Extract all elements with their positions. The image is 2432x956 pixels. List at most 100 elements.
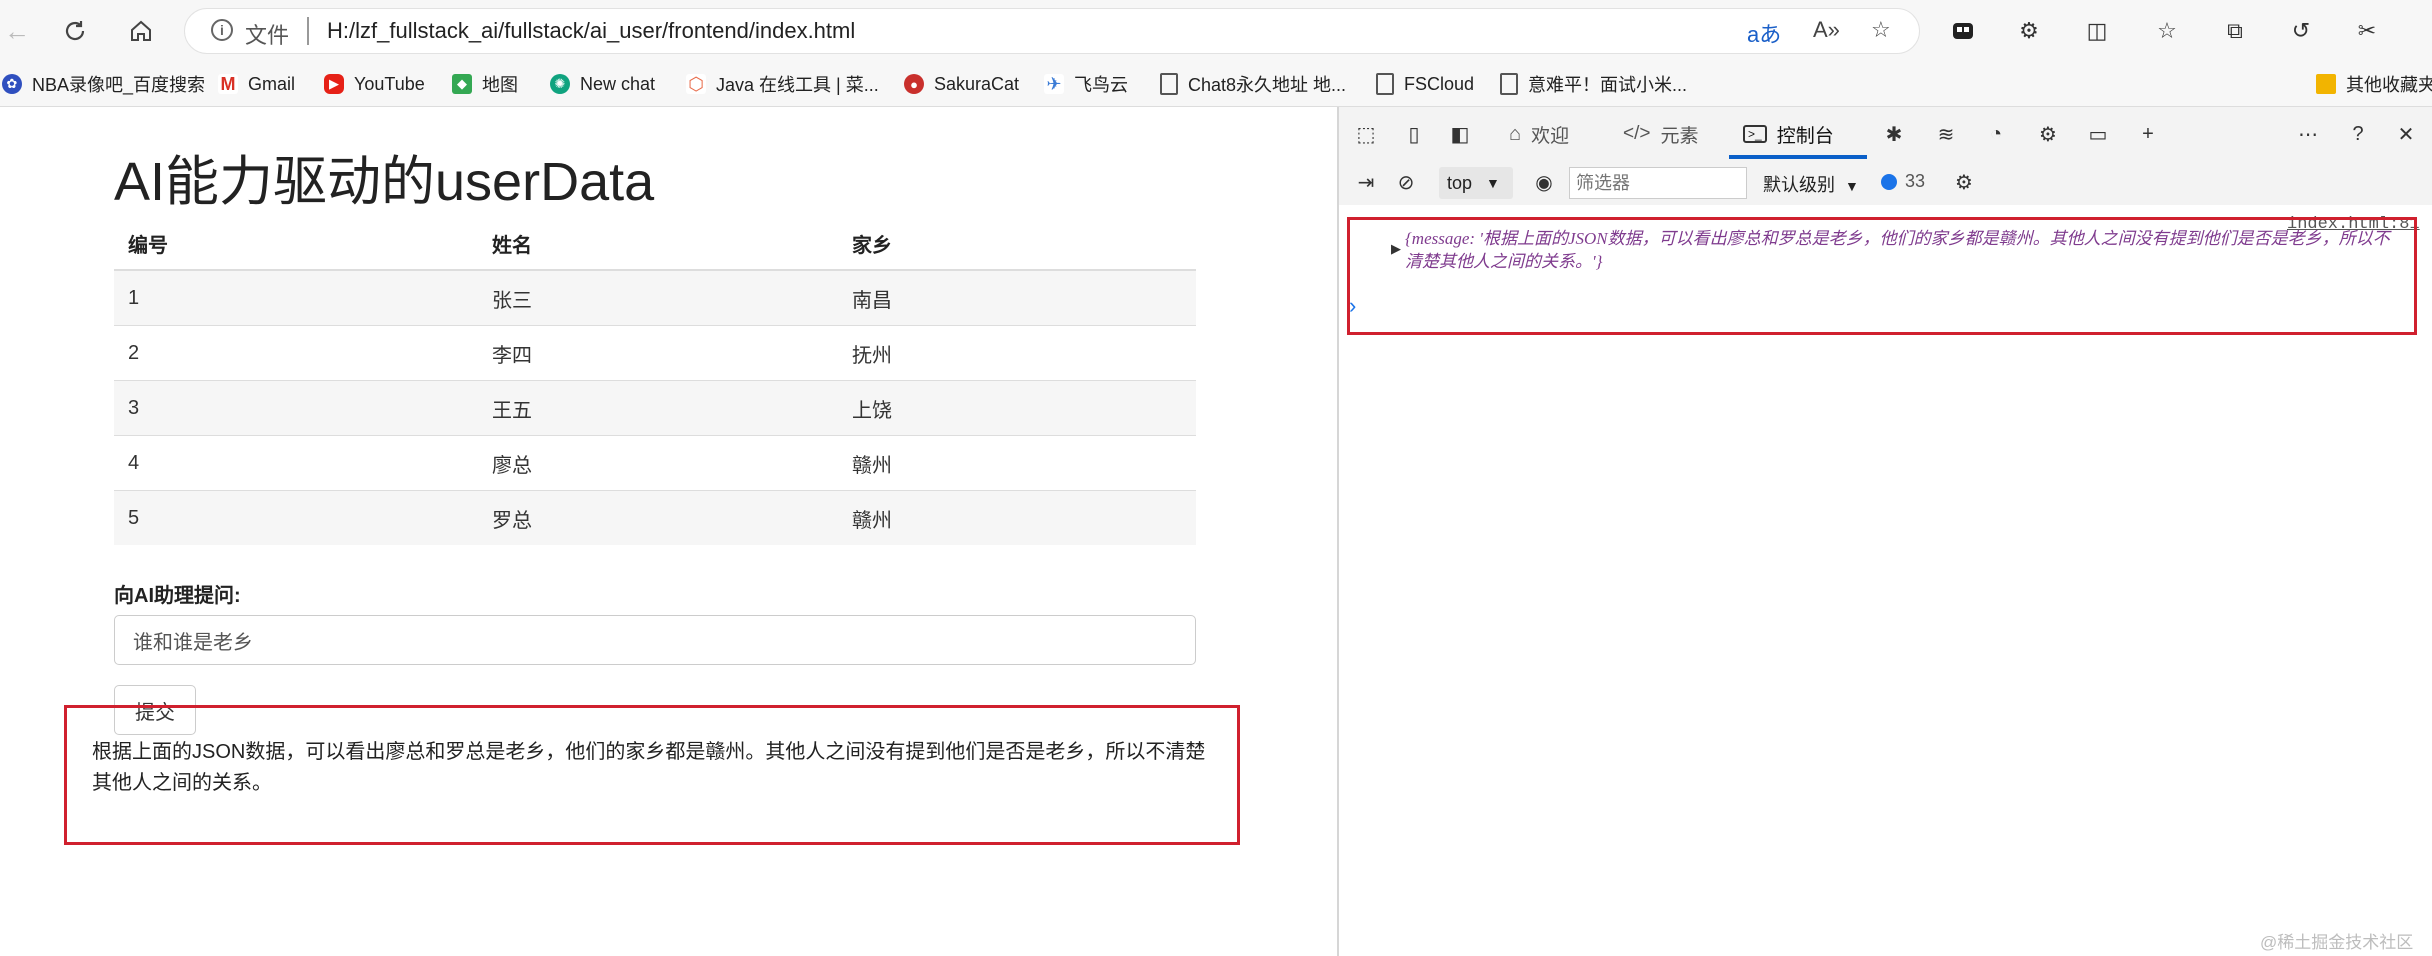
split-screen-icon[interactable]: ◫: [2080, 14, 2114, 48]
bookmark-item[interactable]: ▶ YouTube: [324, 70, 425, 98]
back-arrow-icon[interactable]: ←: [0, 14, 34, 48]
other-bookmarks-label: 其他收藏夹: [2346, 75, 2432, 95]
table-cell: 2: [114, 325, 478, 381]
bookmark-label: YouTube: [354, 73, 425, 94]
device-emulation-icon[interactable]: ▯: [1399, 119, 1429, 149]
screenshot-icon[interactable]: ✂: [2350, 14, 2384, 48]
help-icon[interactable]: ?: [2343, 119, 2373, 149]
favorite-star-icon[interactable]: ☆: [1871, 17, 1891, 43]
console-filter-bar: ⇥ ⊘ top ▼ ◉ 默认级别 ▼ 33 ⚙: [1339, 159, 2432, 206]
clear-console-icon[interactable]: ⊘: [1391, 167, 1421, 197]
extensions-icon[interactable]: ⚙: [2012, 14, 2046, 48]
bookmark-item[interactable]: Chat8永久地址 地...: [1160, 70, 1346, 98]
table-row: 1 张三 南昌: [114, 269, 1196, 326]
network-icon[interactable]: ≋: [1931, 119, 1961, 149]
bookmark-item[interactable]: ⬡ Java 在线工具 | 菜...: [686, 70, 879, 98]
inspect-icon[interactable]: ⬚: [1351, 119, 1381, 149]
page-icon: [1160, 73, 1178, 95]
collections-app-icon[interactable]: [1946, 14, 1980, 48]
more-options-icon[interactable]: ⋯: [2293, 119, 2323, 149]
translate-icon[interactable]: aあ: [1747, 17, 1781, 49]
table-row: 5 罗总 赣州: [114, 490, 1196, 545]
bird-icon: ✈: [1044, 74, 1064, 94]
table-cell: 廖总: [478, 435, 838, 491]
question-input[interactable]: [114, 615, 1196, 665]
refresh-icon[interactable]: [58, 14, 92, 48]
column-header: 编号: [114, 217, 478, 271]
log-level-select[interactable]: 默认级别 ▼: [1763, 171, 1859, 197]
gmail-icon: M: [218, 74, 238, 94]
message-count: 33: [1905, 171, 1926, 191]
bookmark-item[interactable]: 意难平！面试小米...: [1500, 70, 1687, 98]
history-icon[interactable]: ↺: [2284, 14, 2318, 48]
bookmark-label: 飞鸟云: [1074, 75, 1128, 95]
console-filter-input[interactable]: [1569, 167, 1747, 199]
close-icon[interactable]: ✕: [2391, 119, 2421, 149]
chevron-down-icon: ▼: [1845, 178, 1859, 194]
sidebar-toggle-icon[interactable]: ◧: [1445, 119, 1475, 149]
collections-icon[interactable]: ⧉: [2218, 14, 2252, 48]
message-bubble-icon: [1881, 173, 1897, 190]
bookmark-label: Gmail: [248, 73, 296, 94]
console-log-message[interactable]: {message: '根据上面的JSON数据，可以看出廖总和罗总是老乡，他们的家…: [1405, 227, 2405, 273]
bookmark-item[interactable]: ✿ NBA录像吧_百度搜索: [2, 70, 205, 98]
table-cell: 王五: [478, 380, 838, 436]
table-cell: 抚州: [838, 325, 1196, 381]
browser-toolbar: ← i 文件 H:/lzf_fullstack_ai/fullstack/ai_…: [0, 0, 2432, 62]
context-select[interactable]: top ▼: [1439, 167, 1513, 199]
ai-answer-text: 根据上面的JSON数据，可以看出廖总和罗总是老乡，他们的家乡都是赣州。其他人之间…: [92, 741, 1206, 794]
devtools-panel: ⬚ ▯ ◧ ⌂ 欢迎 </> 元素 >_ 控制台 ✱ ≋ ◔ ⚙ ▭ + ⋯ ? ✕ …: [1339, 107, 2432, 956]
address-bar[interactable]: i 文件 H:/lzf_fullstack_ai/fullstack/ai_us…: [184, 8, 1920, 54]
log-level-value: 默认级别: [1763, 175, 1835, 195]
add-tab-icon[interactable]: +: [2133, 119, 2163, 149]
tab-label: 元素: [1660, 125, 1699, 147]
console-sidebar-icon[interactable]: ⇥: [1351, 167, 1381, 197]
table-cell: 罗总: [478, 490, 838, 545]
bookmark-label: 意难平！面试小米...: [1528, 75, 1688, 95]
tab-elements[interactable]: </> 元素: [1623, 119, 1699, 149]
table-cell: 赣州: [838, 490, 1196, 545]
table-cell: 5: [114, 490, 478, 545]
url-text[interactable]: H:/lzf_fullstack_ai/fullstack/ai_user/fr…: [327, 18, 855, 44]
table-header-row: 编号 姓名 家乡: [114, 217, 1196, 271]
expand-triangle-icon[interactable]: ▶: [1391, 241, 1401, 257]
bookmarks-bar: ✿ NBA录像吧_百度搜索 M Gmail ▶ YouTube ◆ 地图 ✺ New ch…: [0, 62, 2432, 107]
table-cell: 4: [114, 435, 478, 491]
bookmark-item[interactable]: ✺ New chat: [550, 70, 655, 98]
table-cell: 1: [114, 269, 478, 326]
folder-icon: [2316, 74, 2336, 94]
console-output: index.html:81 ▶ {message: '根据上面的JSON数据，可…: [1339, 205, 2432, 956]
console-prompt-icon[interactable]: ›: [1349, 293, 1356, 319]
application-icon[interactable]: ▭: [2083, 119, 2113, 149]
page-content: AI能力驱动的userData 编号 姓名 家乡 1 张三 南昌 2 李四 抚州…: [0, 107, 1336, 956]
message-count-badge[interactable]: 33: [1881, 171, 1925, 192]
table-cell: 张三: [478, 269, 838, 326]
bookmark-item[interactable]: ✈ 飞鸟云: [1044, 70, 1128, 98]
bookmark-item[interactable]: ● SakuraCat: [904, 70, 1019, 98]
bug-icon[interactable]: ✱: [1879, 119, 1909, 149]
memory-icon[interactable]: ⚙: [2033, 119, 2063, 149]
info-icon[interactable]: i: [211, 19, 233, 41]
page-icon: [1376, 73, 1394, 95]
other-bookmarks[interactable]: 其他收藏夹: [2316, 70, 2432, 98]
file-scheme-label: 文件: [245, 23, 290, 48]
favorites-list-icon[interactable]: ☆: [2150, 14, 2184, 48]
paw-icon: ✿: [2, 74, 22, 94]
chevron-down-icon: ▼: [1486, 175, 1500, 191]
read-aloud-icon[interactable]: A»: [1813, 17, 1840, 43]
page-title: AI能力驱动的userData: [114, 152, 655, 212]
tab-console[interactable]: >_ 控制台: [1743, 119, 1834, 149]
maps-icon: ◆: [452, 74, 472, 94]
runoob-icon: ⬡: [686, 74, 706, 94]
settings-gear-icon[interactable]: ⚙: [1949, 167, 1979, 197]
bookmark-item[interactable]: M Gmail: [218, 70, 295, 98]
home-icon[interactable]: [124, 14, 158, 48]
live-expression-eye-icon[interactable]: ◉: [1529, 167, 1559, 197]
performance-icon[interactable]: ◔: [1981, 119, 2011, 149]
bookmark-item[interactable]: ◆ 地图: [452, 70, 518, 98]
bookmark-label: FSCloud: [1404, 73, 1475, 94]
question-label: 向AI助理提问:: [114, 585, 241, 607]
tab-welcome[interactable]: ⌂ 欢迎: [1509, 119, 1569, 149]
bookmark-item[interactable]: FSCloud: [1376, 70, 1474, 98]
table-cell: 上饶: [838, 380, 1196, 436]
